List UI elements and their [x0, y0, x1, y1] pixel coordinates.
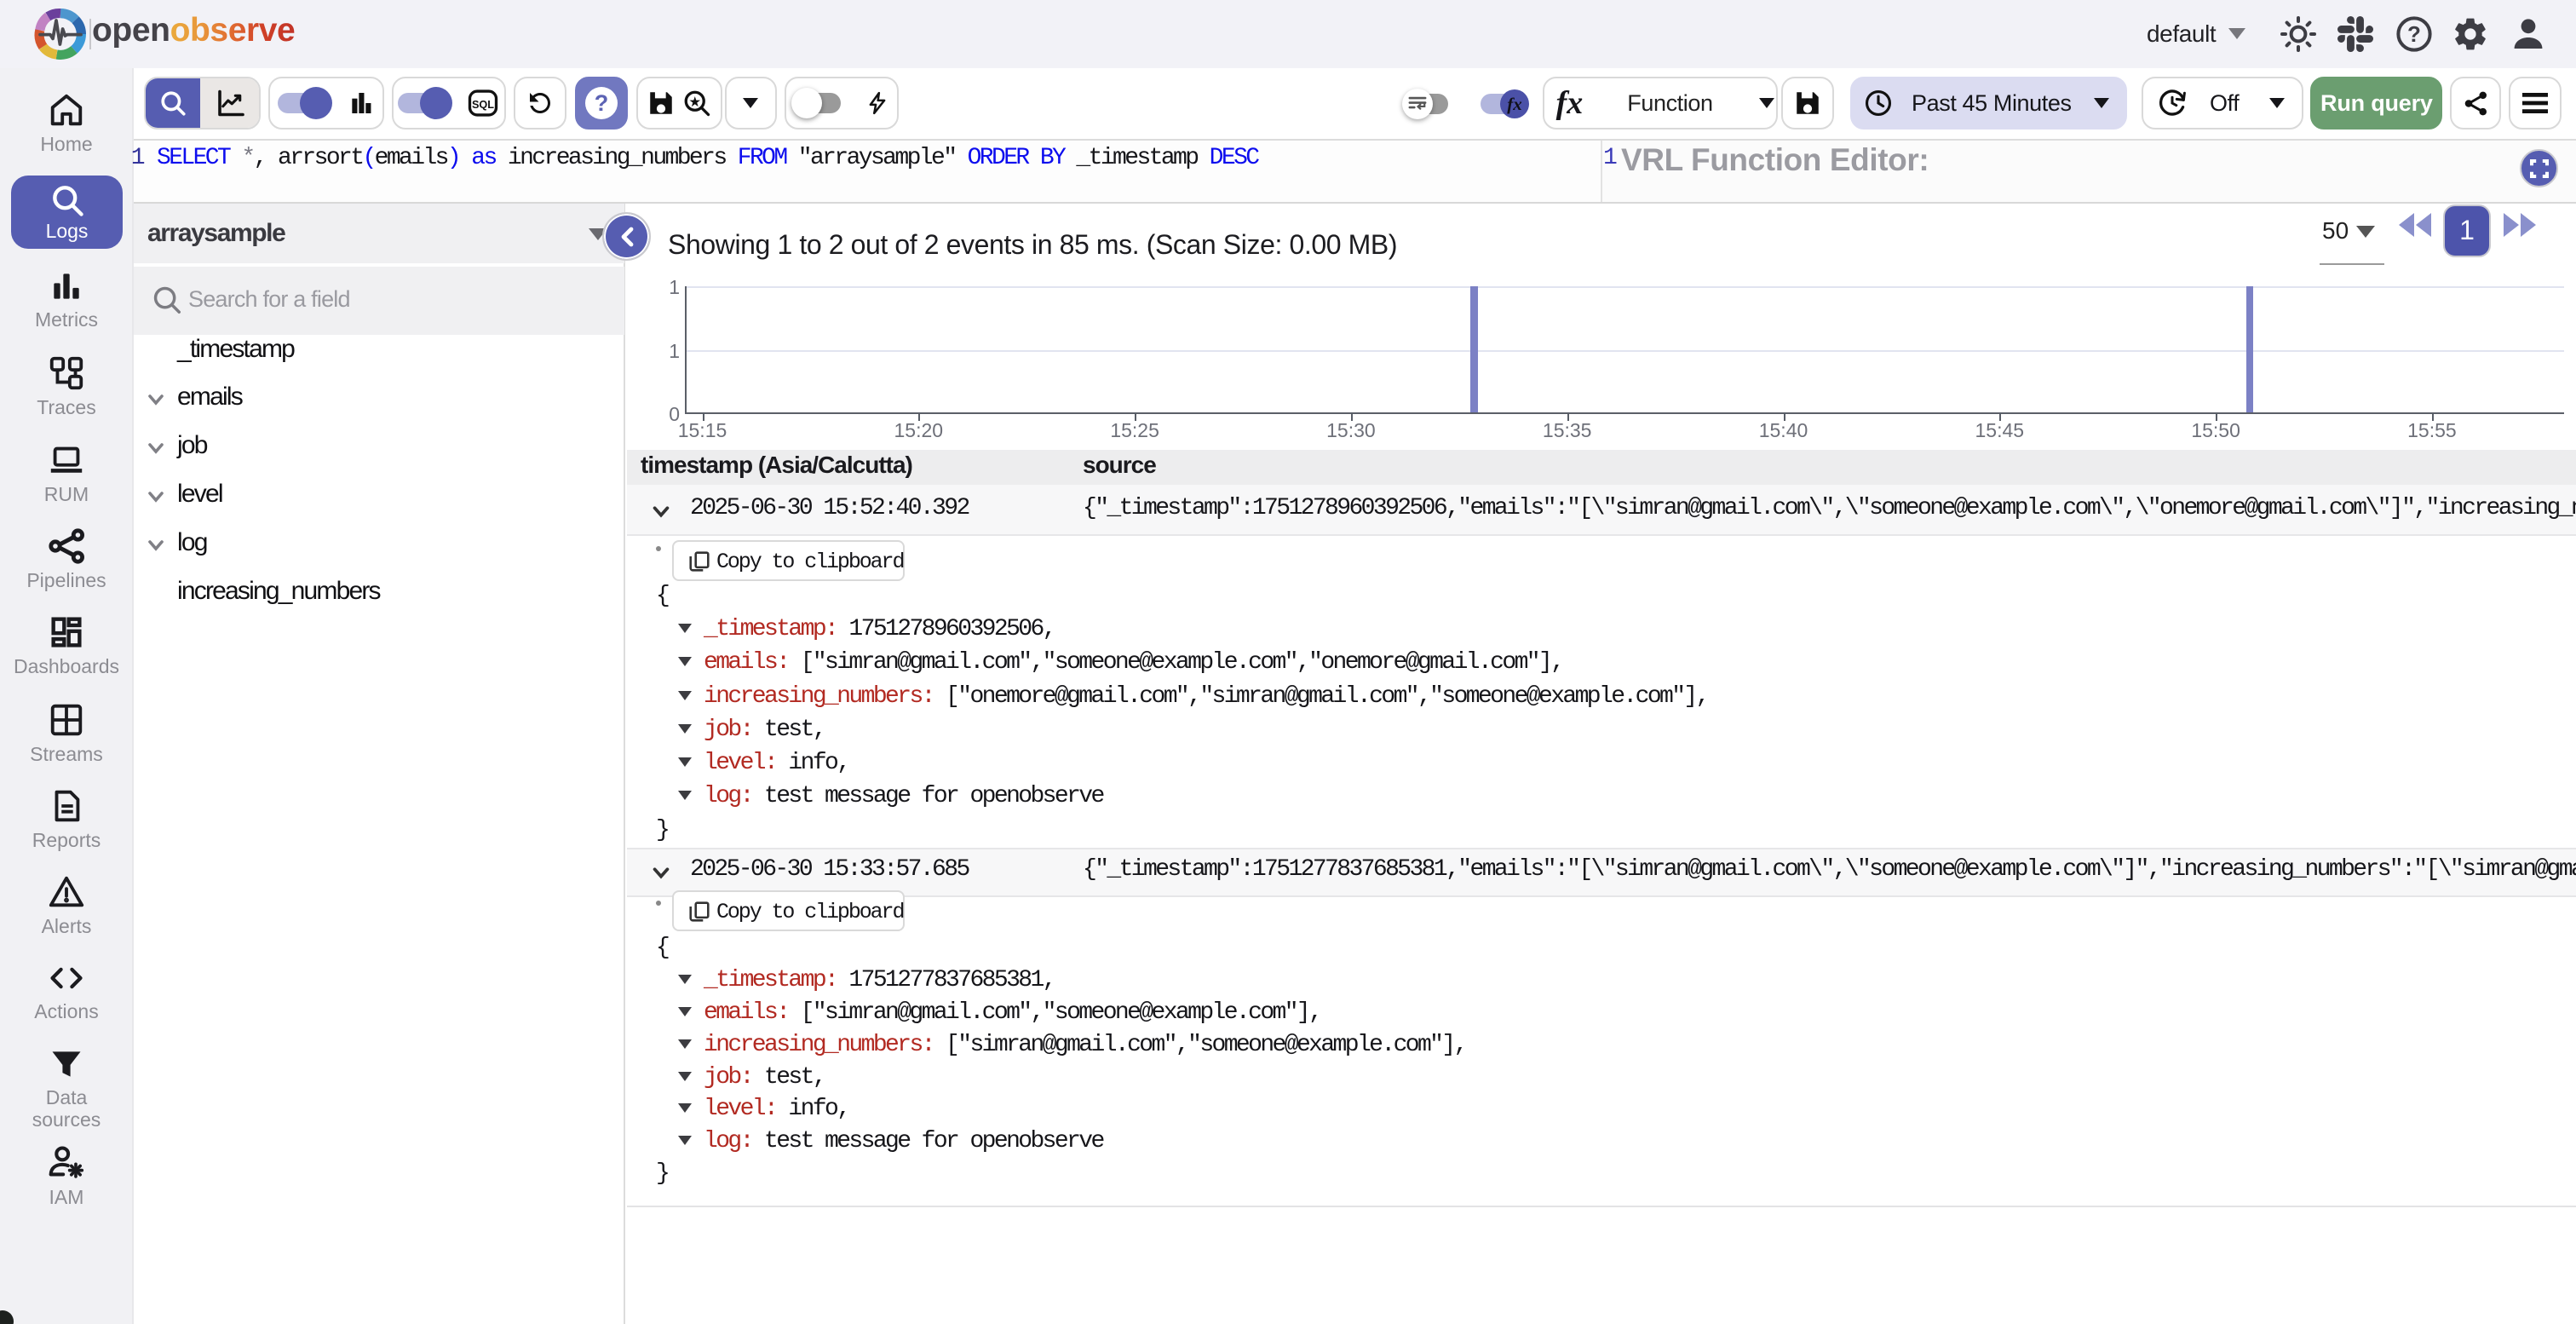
svg-text:★: ★	[688, 95, 701, 110]
svg-text:SQL: SQL	[472, 99, 494, 111]
svg-text:?: ?	[2407, 21, 2421, 47]
